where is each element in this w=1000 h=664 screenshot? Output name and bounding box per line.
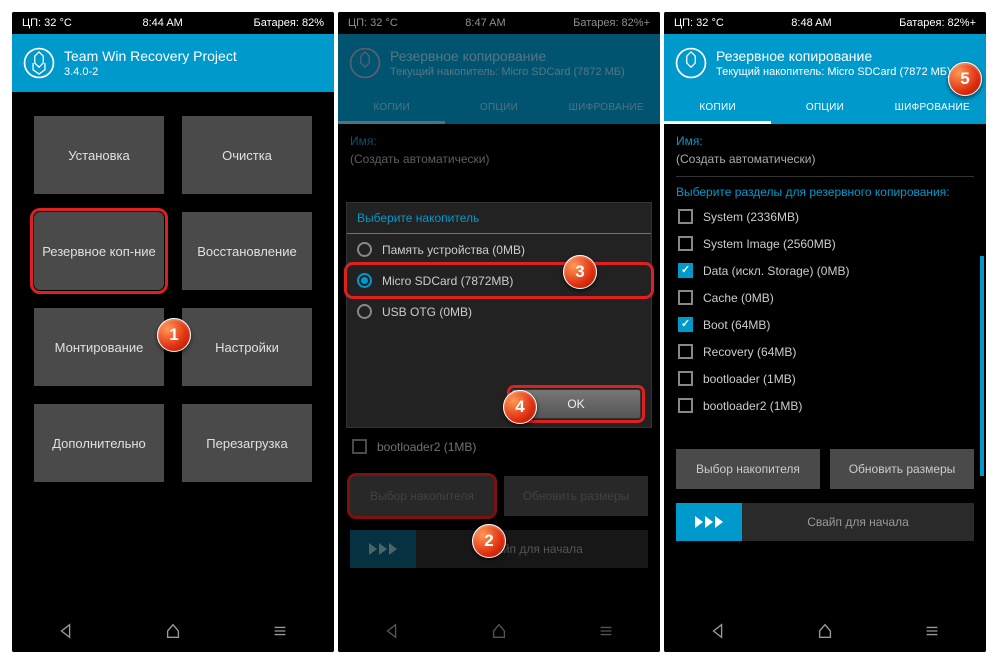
screen-1: ЦП: 32 °C 8:44 AM Батарея: 82% Team Win … — [12, 12, 334, 652]
navbar — [664, 614, 986, 652]
tile-reboot[interactable]: Перезагрузка — [182, 404, 312, 482]
battery: Батарея: 82%+ — [899, 17, 976, 29]
nav-menu-icon[interactable] — [597, 622, 615, 645]
checkbox-icon — [678, 209, 693, 224]
status-bar: ЦП: 32 °C 8:44 AM Батарея: 82% — [12, 12, 334, 34]
select-storage-button[interactable]: Выбор накопителя — [676, 449, 820, 489]
cpu-temp: ЦП: 32 °C — [348, 17, 398, 29]
navbar — [12, 614, 334, 652]
refresh-sizes-button[interactable]: Обновить размеры — [830, 449, 974, 489]
status-bar: ЦП: 32 °C 8:48 AM Батарея: 82%+ — [664, 12, 986, 34]
partition-item[interactable]: Cache (0MB) — [676, 284, 974, 311]
name-label: Имя: — [676, 134, 974, 148]
select-storage-button[interactable]: Выбор накопителя — [350, 476, 494, 516]
select-partitions-label: Выберите разделы для резервного копирова… — [676, 176, 974, 199]
checkbox-icon — [678, 371, 693, 386]
twrp-logo-icon — [674, 46, 708, 80]
swipe-label: Свайп для начала — [416, 530, 648, 568]
time: 8:44 AM — [142, 17, 182, 29]
marker-3: 3 — [563, 255, 597, 289]
screen-3: ЦП: 32 °C 8:48 AM Батарея: 82%+ Резервно… — [664, 12, 986, 652]
partition-item[interactable]: System (2336MB) — [676, 203, 974, 230]
time: 8:48 AM — [791, 17, 831, 29]
nav-menu-icon[interactable] — [271, 622, 289, 645]
time: 8:47 AM — [465, 17, 505, 29]
partition-item[interactable]: bootloader2 (1MB) — [676, 392, 974, 419]
partition-item[interactable]: bootloader (1MB) — [676, 365, 974, 392]
storage-dialog: Выберите накопитель Память устройства (0… — [346, 202, 652, 428]
tile-mount[interactable]: Монтирование — [34, 308, 164, 386]
refresh-sizes-button[interactable]: Обновить размеры — [504, 476, 648, 516]
checkbox-icon — [678, 263, 693, 278]
cpu-temp: ЦП: 32 °C — [674, 17, 724, 29]
radio-sdcard[interactable]: Micro SDCard (7872MB) — [347, 265, 651, 296]
nav-home-icon[interactable] — [164, 622, 182, 645]
partition-item[interactable]: bootloader2 (1MB) — [350, 433, 648, 460]
app-version: 3.4.0-2 — [64, 66, 237, 78]
partition-item[interactable]: System Image (2560MB) — [676, 230, 974, 257]
cpu-temp: ЦП: 32 °C — [22, 17, 72, 29]
app-title: Team Win Recovery Project — [64, 48, 237, 64]
name-label: Имя: — [350, 134, 648, 148]
checkbox-icon — [678, 290, 693, 305]
checkbox-icon — [678, 398, 693, 413]
nav-back-icon[interactable] — [383, 622, 401, 645]
dialog-title: Выберите накопитель — [347, 203, 651, 234]
marker-5: 5 — [948, 62, 982, 96]
nav-home-icon[interactable] — [490, 622, 508, 645]
battery: Батарея: 82% — [254, 17, 324, 29]
tab-encryption[interactable]: ШИФРОВАНИЕ — [879, 92, 986, 124]
twrp-logo-icon — [22, 46, 56, 80]
screen-2: ЦП: 32 °C 8:47 AM Батарея: 82%+ Резервно… — [338, 12, 660, 652]
tab-copies[interactable]: КОПИИ — [338, 92, 445, 124]
radio-internal[interactable]: Память устройства (0MB) — [347, 234, 651, 265]
checkbox-icon — [678, 236, 693, 251]
tab-copies[interactable]: КОПИИ — [664, 92, 771, 124]
tile-backup[interactable]: Резервное коп-ние — [34, 212, 164, 290]
swipe-label: Свайп для начала — [742, 503, 974, 541]
page-title: Резервное копирование — [390, 48, 625, 64]
tab-options[interactable]: ОПЦИИ — [445, 92, 552, 124]
radio-usb[interactable]: USB OTG (0MB) — [347, 296, 651, 327]
name-value[interactable]: (Создать автоматически) — [350, 152, 648, 166]
swipe-handle-icon[interactable] — [350, 530, 416, 568]
name-value[interactable]: (Создать автоматически) — [676, 152, 974, 166]
tile-settings[interactable]: Настройки — [182, 308, 312, 386]
battery: Батарея: 82%+ — [573, 17, 650, 29]
navbar — [338, 614, 660, 652]
marker-2: 2 — [472, 524, 506, 558]
tile-wipe[interactable]: Очистка — [182, 116, 312, 194]
header: Резервное копирование Текущий накопитель… — [664, 34, 986, 92]
nav-back-icon[interactable] — [709, 622, 727, 645]
header: Team Win Recovery Project 3.4.0-2 — [12, 34, 334, 92]
swipe-handle-icon[interactable] — [676, 503, 742, 541]
swipe-slider[interactable]: Свайп для начала — [676, 503, 974, 541]
page-title: Резервное копирование — [716, 48, 951, 64]
tile-install[interactable]: Установка — [34, 116, 164, 194]
tile-restore[interactable]: Восстановление — [182, 212, 312, 290]
scroll-indicator[interactable] — [980, 256, 984, 476]
partition-item[interactable]: Recovery (64MB) — [676, 338, 974, 365]
checkbox-icon — [678, 344, 693, 359]
twrp-logo-icon — [348, 46, 382, 80]
tab-encryption[interactable]: ШИФРОВАНИЕ — [553, 92, 660, 124]
marker-4: 4 — [503, 390, 537, 424]
nav-home-icon[interactable] — [816, 622, 834, 645]
header: Резервное копирование Текущий накопитель… — [338, 34, 660, 92]
marker-1: 1 — [157, 318, 191, 352]
tab-options[interactable]: ОПЦИИ — [771, 92, 878, 124]
nav-menu-icon[interactable] — [923, 622, 941, 645]
checkbox-icon — [678, 317, 693, 332]
storage-info: Текущий накопитель: Micro SDCard (7872 М… — [390, 66, 625, 78]
status-bar: ЦП: 32 °C 8:47 AM Батарея: 82%+ — [338, 12, 660, 34]
tile-advanced[interactable]: Дополнительно — [34, 404, 164, 482]
nav-back-icon[interactable] — [57, 622, 75, 645]
partition-item[interactable]: Data (искл. Storage) (0MB) — [676, 257, 974, 284]
storage-info: Текущий накопитель: Micro SDCard (7872 М… — [716, 66, 951, 78]
partition-item[interactable]: Boot (64MB) — [676, 311, 974, 338]
